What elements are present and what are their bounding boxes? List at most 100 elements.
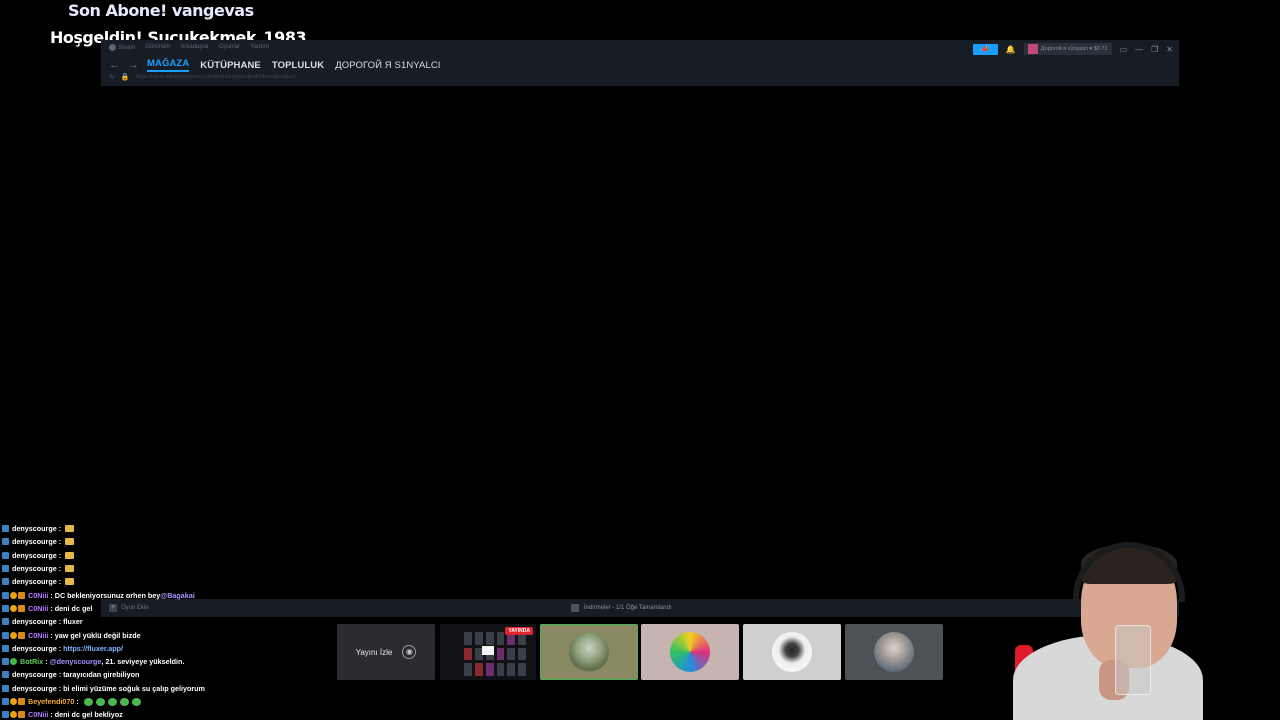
chat-message: denyscourge: fluxer: [2, 615, 332, 628]
chat-text: yaw gel yüklü değil bizde: [54, 630, 141, 640]
chat-username[interactable]: C0Niii: [28, 710, 48, 719]
steam-menu-friends[interactable]: Arkadaşlar: [180, 44, 209, 51]
chat-username[interactable]: C0Niii: [28, 631, 48, 640]
voice-user-tile[interactable]: [743, 624, 841, 680]
platform-badge-icon: [2, 698, 9, 705]
platform-badge-icon: [2, 565, 9, 573]
downloads-label: İndirmeler - 1/1 Öğe Tamamlandı: [584, 605, 672, 611]
steam-logo-icon: [109, 44, 116, 51]
moderator-badge-icon: [10, 604, 17, 612]
back-arrow-icon[interactable]: ←: [109, 59, 120, 71]
watch-stream-tile[interactable]: Yayını İzle ◉: [337, 624, 435, 680]
frog-emote-icon: [119, 697, 129, 706]
maximize-icon[interactable]: ❐: [1151, 45, 1158, 54]
platform-badge-icon: [2, 631, 9, 639]
chat-text: deni dc gel: [54, 603, 93, 613]
steam-menu-view[interactable]: Görünüm: [145, 44, 170, 51]
tab-community[interactable]: TOPLULUK: [272, 60, 324, 71]
account-menu[interactable]: Дорогой я s1nyalcı ▾ $0.71: [1023, 43, 1112, 55]
notification-bell-icon[interactable]: 🔔: [1006, 45, 1016, 54]
subscriber-badge-icon: [18, 631, 25, 639]
chat-username[interactable]: C0Niii: [28, 591, 48, 600]
platform-badge-icon: [2, 711, 9, 719]
chat-message: Beyefendi070:: [2, 695, 332, 708]
chat-username[interactable]: denyscourge: [12, 684, 57, 693]
thumbs-up-emote-icon: [65, 565, 75, 573]
chat-text: bi elimi yüzüme soğuk su çalıp geliyorum: [63, 683, 205, 693]
chat-username[interactable]: denyscourge: [12, 577, 57, 586]
platform-badge-icon: [2, 618, 9, 626]
platform-badge-icon: [2, 578, 9, 586]
steam-menu-games[interactable]: Oyunlar: [219, 44, 240, 51]
chat-username[interactable]: denyscourge: [12, 617, 57, 626]
reload-icon[interactable]: ↻: [109, 73, 115, 81]
chat-username[interactable]: denyscourge: [12, 551, 57, 560]
chat-username[interactable]: denyscourge: [12, 644, 57, 653]
watch-eye-icon[interactable]: ◉: [402, 645, 417, 659]
forward-arrow-icon[interactable]: →: [128, 59, 139, 71]
platform-badge-icon: [2, 684, 9, 692]
thumbs-up-emote-icon: [65, 578, 75, 586]
platform-badge-icon: [2, 591, 9, 599]
voice-user-tile[interactable]: [845, 624, 943, 680]
avatar: [569, 632, 609, 672]
url-text[interactable]: https://store.steampowered.com/point/csh…: [136, 74, 296, 80]
subscriber-badge-icon: [18, 698, 25, 705]
platform-badge-icon: [2, 551, 9, 559]
close-icon[interactable]: ✕: [1166, 45, 1173, 54]
chat-mention[interactable]: @Bagakai: [160, 591, 195, 600]
platform-badge-icon: [2, 604, 9, 612]
subscriber-alert: Son Abone! vangevas: [68, 1, 254, 20]
avatar: [772, 632, 812, 672]
lock-icon: 🔒: [120, 74, 130, 81]
frog-emote-icon: [83, 697, 93, 706]
chat-username[interactable]: denyscourge: [12, 564, 57, 573]
avatar: [670, 632, 710, 672]
thumbs-up-emote-icon: [65, 525, 75, 533]
tab-profile[interactable]: ДОРОГОЙ Я S1NYALCI: [335, 60, 440, 71]
thumbs-up-emote-icon: [65, 538, 75, 546]
subscriber-badge-icon: [18, 591, 25, 599]
steam-menu-steam[interactable]: Steam: [109, 44, 135, 51]
chat-link[interactable]: https://fluxer.app/: [63, 644, 123, 653]
tab-store[interactable]: MAĞAZA: [147, 58, 190, 72]
announcement-megaphone-icon[interactable]: 📣: [972, 43, 998, 55]
frog-emote-icon: [107, 697, 117, 706]
platform-badge-icon: [2, 644, 9, 652]
chat-username[interactable]: C0Niii: [28, 604, 48, 613]
subscriber-badge-icon: [18, 711, 25, 719]
voice-user-tile[interactable]: [641, 624, 739, 680]
tab-library[interactable]: KÜTÜPHANE: [200, 60, 261, 71]
live-stream-preview[interactable]: YAYINDA: [440, 624, 536, 680]
chat-message: denyscourge:: [2, 549, 332, 562]
chat-overlay: denyscourge: denyscourge: denyscourge: deny…: [2, 522, 332, 720]
voice-user-tile[interactable]: [540, 624, 638, 680]
steam-menu-help[interactable]: Yardım: [250, 44, 269, 51]
downloads-status[interactable]: İndirmeler - 1/1 Öğe Tamamlandı: [571, 604, 672, 612]
platform-badge-icon: [2, 538, 9, 546]
big-picture-icon[interactable]: ▭: [1120, 45, 1128, 54]
moderator-badge-icon: [10, 631, 17, 639]
chat-username[interactable]: denyscourge: [12, 537, 57, 546]
account-label: Дорогой я s1nyalcı ▾ $0.71: [1040, 46, 1108, 52]
screen-share-icon: [482, 646, 494, 655]
moderator-badge-icon: [10, 591, 17, 599]
water-glass: [1115, 625, 1151, 695]
chat-username[interactable]: denyscourge: [12, 524, 57, 533]
bot-badge-icon: [10, 658, 17, 666]
steam-menubar: Steam Görünüm Arkadaşlar Oyunlar Yardım: [109, 44, 269, 51]
steam-window-header: Steam Görünüm Arkadaşlar Oyunlar Yardım …: [101, 40, 1179, 86]
chat-username[interactable]: BotRix: [20, 657, 43, 666]
steam-nav: ← → MAĞAZA KÜTÜPHANE TOPLULUK ДОРОГОЙ Я …: [109, 58, 452, 72]
moderator-badge-icon: [10, 711, 17, 719]
chat-text: , 21. seviyeye yükseldin.: [101, 657, 185, 667]
avatar: [874, 632, 914, 672]
chat-username[interactable]: denyscourge: [12, 670, 57, 679]
download-icon: [571, 604, 579, 612]
chat-username[interactable]: Beyefendi070: [28, 697, 74, 706]
chat-message: C0Niii: deni dc gel: [2, 602, 332, 615]
chat-message: denyscourge:: [2, 522, 332, 535]
minimize-icon[interactable]: —: [1135, 45, 1143, 54]
moderator-badge-icon: [10, 698, 17, 705]
chat-mention[interactable]: @denyscourge: [50, 657, 102, 666]
